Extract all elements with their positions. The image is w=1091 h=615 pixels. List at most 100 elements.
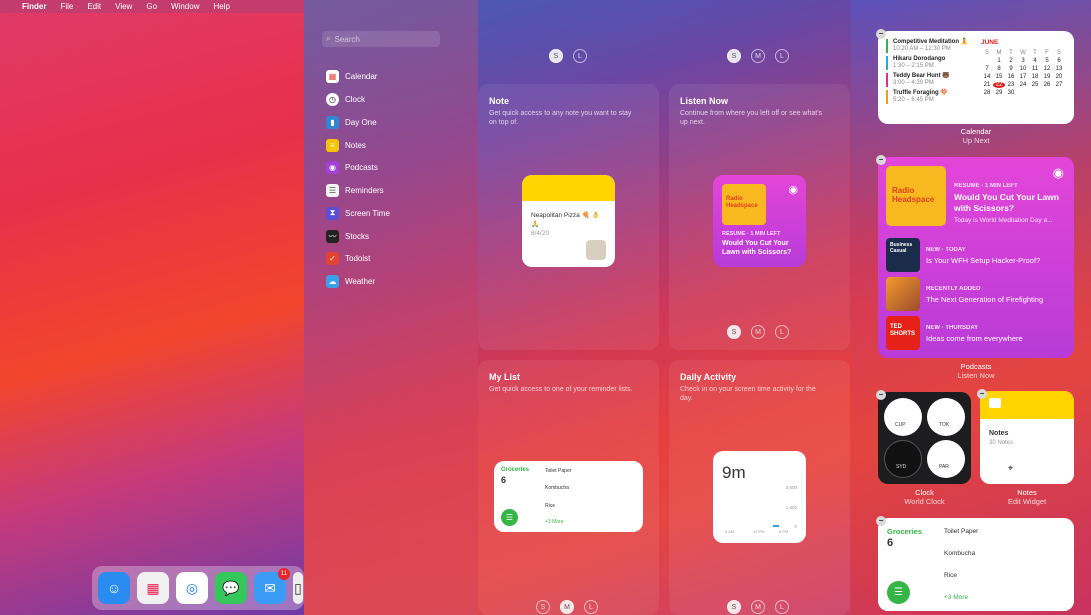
size-small-button[interactable]: S <box>727 49 741 63</box>
podcast-episode[interactable]: Is Your WFH Setup Hacker-Proof? <box>926 256 1040 265</box>
calendar-day[interactable]: 8 <box>993 66 1005 72</box>
calendar-widget-label: Calendar Up Next <box>960 127 992 145</box>
size-large-button[interactable]: L <box>584 600 598 614</box>
calendar-day[interactable]: 7 <box>981 66 993 72</box>
list-icon: ☰ <box>887 581 910 604</box>
calendar-day[interactable]: 1 <box>993 58 1005 64</box>
list-item[interactable]: Rice <box>944 572 957 579</box>
podcast-episode[interactable]: The Next Generation of Firefighting <box>926 295 1043 304</box>
calendar-day[interactable]: 26 <box>1041 82 1053 88</box>
size-small-button[interactable]: S <box>549 49 563 63</box>
size-medium-button[interactable]: M <box>560 600 574 614</box>
gallery-note-title: Note <box>489 96 509 106</box>
sidebar-item-reminders[interactable]: ☰ Reminders <box>326 182 384 198</box>
mail-icon[interactable]: ✉ 11 <box>254 568 290 604</box>
notes-widget[interactable]: Notes 30 Notes ⌖ <box>980 391 1074 484</box>
calendar-icon: ▦ <box>326 69 339 83</box>
podcast-episode[interactable]: Ideas come from everywhere <box>926 334 1023 343</box>
sidebar-item-notes[interactable]: ≡ Notes <box>326 137 366 153</box>
sidebar-item-todoist[interactable]: ✓ Todoist <box>326 250 370 266</box>
menu-edit[interactable]: Edit <box>87 2 101 11</box>
size-small-button[interactable]: S <box>727 600 741 614</box>
menu-view[interactable]: View <box>115 2 132 11</box>
messages-icon[interactable]: 💬 <box>215 572 247 604</box>
screen-time-widget-preview[interactable]: 9m 3,600 1,800 0 6 AM 12 PM 6 PM <box>713 451 806 543</box>
calendar-day[interactable]: 19 <box>1041 74 1053 80</box>
calendar-day[interactable]: 12 <box>1041 66 1053 72</box>
calendar-event[interactable]: Hikaru Dorodango 1:30 – 2:15 PM <box>886 56 976 70</box>
calendar-day[interactable]: 16 <box>1005 74 1017 80</box>
remove-widget-button[interactable]: − <box>876 390 886 400</box>
list-more[interactable]: +3 More <box>944 594 968 601</box>
menu-file[interactable]: File <box>60 2 73 11</box>
reminders-widget[interactable]: Groceries 6 ☰ Toilet Paper Kombucha Rice… <box>878 518 1074 611</box>
remove-widget-button[interactable]: − <box>876 155 886 165</box>
calendar-day[interactable]: 2 <box>1005 58 1017 64</box>
calendar-day[interactable]: 27 <box>1053 82 1065 88</box>
calendar-day[interactable]: 24 <box>1017 82 1029 88</box>
sidebar-item-podcasts[interactable]: ◉ Podcasts <box>326 159 378 175</box>
menu-go[interactable]: Go <box>146 2 157 11</box>
size-medium-button[interactable]: M <box>751 325 765 339</box>
calendar-day[interactable]: 5 <box>1041 58 1053 64</box>
calendar-day[interactable]: 25 <box>1029 82 1041 88</box>
safari-icon[interactable]: ◎ <box>176 572 208 604</box>
remove-widget-button[interactable]: − <box>876 29 886 39</box>
calendar-event[interactable]: Competitive Meditation 🧘 10:20 AM – 12:30… <box>886 39 976 53</box>
calendar-day[interactable]: 14 <box>981 74 993 80</box>
sidebar-item-clock[interactable]: ◷ Clock <box>326 91 365 107</box>
world-clock-widget[interactable]: CUP TOK SYD PAR <box>878 392 971 484</box>
list-item[interactable]: Kombucha <box>944 550 975 557</box>
calendar-day[interactable]: 6 <box>1053 58 1065 64</box>
finder-icon[interactable]: ☺ <box>98 572 130 604</box>
calendar-day[interactable]: 30 <box>1005 90 1017 96</box>
calendar-day[interactable]: 17 <box>1017 74 1029 80</box>
calendar-event[interactable]: Teddy Bear Hunt 🐻 3:00 – 4:30 PM <box>886 73 976 87</box>
size-large-button[interactable]: L <box>775 49 789 63</box>
sidebar-item-day-one[interactable]: ▮ Day One <box>326 114 377 130</box>
menu-app-name[interactable]: Finder <box>22 2 46 11</box>
size-small-button[interactable]: S <box>536 600 550 614</box>
size-medium-button[interactable]: M <box>751 600 765 614</box>
size-large-button[interactable]: L <box>775 325 789 339</box>
calendar-day[interactable]: 28 <box>981 90 993 96</box>
sidebar-item-stocks[interactable]: 〰 Stocks <box>326 228 369 244</box>
calendar-event[interactable]: Truffle Foraging 🍄 5:20 – 6:45 PM <box>886 90 976 104</box>
calendar-day[interactable]: 9 <box>1005 66 1017 72</box>
calendar-day[interactable]: 4 <box>1029 58 1041 64</box>
calendar-day[interactable]: 15 <box>993 74 1005 80</box>
calendar-widget[interactable]: Competitive Meditation 🧘 10:20 AM – 12:30… <box>878 31 1074 124</box>
note-widget-header <box>522 175 615 201</box>
size-medium-button[interactable]: M <box>751 49 765 63</box>
calendar-day[interactable]: 23 <box>1005 82 1017 88</box>
calendar-day[interactable]: 18 <box>1029 74 1041 80</box>
calendar-day[interactable]: 11 <box>1029 66 1041 72</box>
search-field[interactable]: ⌕ Search <box>322 31 440 47</box>
calendar-day[interactable]: 22 <box>993 82 1005 88</box>
calendar-day[interactable]: 21 <box>981 82 993 88</box>
menu-window[interactable]: Window <box>171 2 199 11</box>
sidebar-item-calendar[interactable]: ▦ Calendar <box>326 68 377 84</box>
remove-widget-button[interactable]: − <box>977 389 987 399</box>
calendar-day[interactable]: 13 <box>1053 66 1065 72</box>
sidebar-item-screen-time[interactable]: ⧗ Screen Time <box>326 205 390 221</box>
menu-help[interactable]: Help <box>213 2 229 11</box>
calendar-day[interactable]: 20 <box>1053 74 1065 80</box>
calendar-day[interactable]: 10 <box>1017 66 1029 72</box>
reminders-widget-preview[interactable]: Groceries 6 ☰ Toilet Paper Kombucha Rice… <box>494 461 643 532</box>
list-item[interactable]: Toilet Paper <box>944 528 978 535</box>
note-widget-preview[interactable]: Neapolitan Pizza 🍕 👌 🙏 6/4/20 <box>522 175 615 267</box>
podcast-widget-preview[interactable]: Radio Headspace ◉ RESUME · 1 MIN LEFT Wo… <box>713 175 806 267</box>
remove-widget-button[interactable]: − <box>876 516 886 526</box>
sidebar-item-weather[interactable]: ☁ Weather <box>326 273 375 289</box>
gallery-note-desc: Get quick access to any note you want to… <box>489 110 632 126</box>
calendar-day[interactable]: 3 <box>1017 58 1029 64</box>
calendar-day[interactable]: 29 <box>993 90 1005 96</box>
app-icon[interactable]: ▯ <box>293 572 303 604</box>
podcasts-widget[interactable]: Radio Headspace ◉ RESUME · 1 MIN LEFT Wo… <box>878 157 1074 358</box>
podcast-status: NEW · THURSDAY <box>926 325 979 331</box>
launchpad-icon[interactable]: ▦ <box>137 572 169 604</box>
size-small-button[interactable]: S <box>727 325 741 339</box>
size-large-button[interactable]: L <box>775 600 789 614</box>
size-large-button[interactable]: L <box>573 49 587 63</box>
